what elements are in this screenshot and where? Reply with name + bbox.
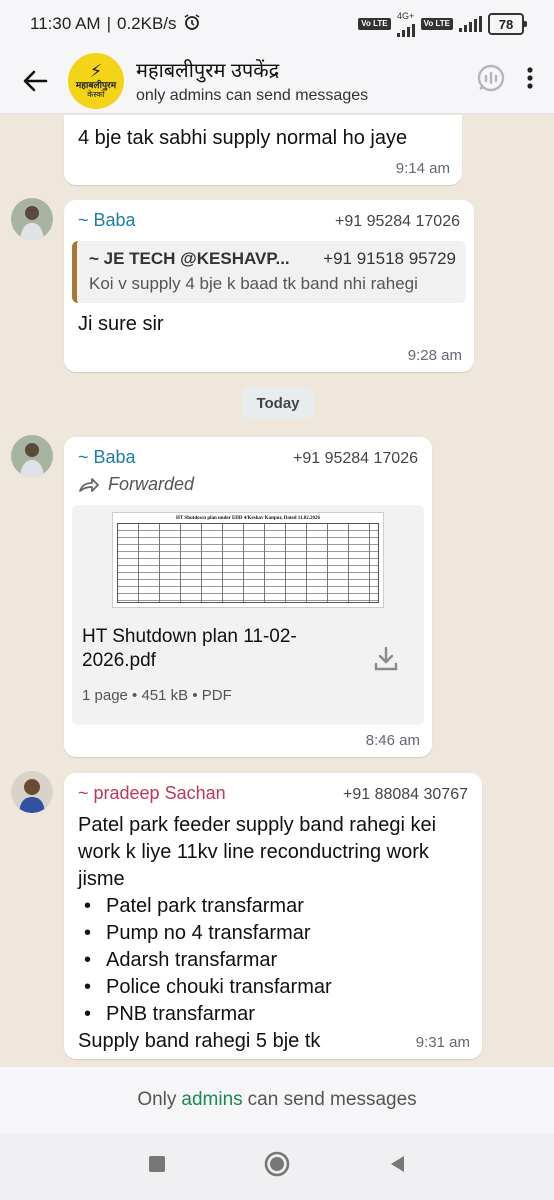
system-nav-bar [0,1133,554,1200]
avatar[interactable] [11,198,53,240]
list-item: Patel park transfarmar [78,893,468,920]
lightning-icon: ⚡ [89,61,103,81]
list-item: Adarsh transfarmar [78,947,468,974]
list-item: Pump no 4 transfarmar [78,920,468,947]
date-separator: Today [242,387,314,419]
document-meta: 1 page • 451 kB • PDF [82,687,232,704]
document-page: HT Shutdown plan under EDD 4/Keshav Kanp… [112,512,384,608]
logo-subtext: केस्को [87,90,105,99]
list-item: PNB transfarmar [78,1001,468,1028]
message-bubble[interactable]: ~ Baba +91 95284 17026 Forwarded HT Shut… [64,437,432,757]
status-time: 11:30 AM [30,14,101,33]
home-icon[interactable] [263,1150,291,1183]
document-table [117,523,379,603]
admins-only-notice: Only admins can send messages [0,1067,554,1133]
message-time: 9:31 am [415,1034,470,1051]
message-time: 9:28 am [407,347,462,364]
sender-phone: +91 88084 30767 [342,786,468,803]
message-time: 8:46 am [365,732,420,749]
voice-chat-icon[interactable] [476,63,506,98]
notice-text-end: can send messages [247,1089,417,1110]
sender-name[interactable]: ~ Baba [78,210,136,231]
message-bubble[interactable]: ~ Baba +91 95284 17026 ~ JE TECH @KESHAV… [64,200,474,372]
forwarded-label: Forwarded [64,468,432,495]
back-arrow-icon [23,70,48,91]
message-text: Ji sure sir [78,313,164,335]
document-preview-title: HT Shutdown plan under EDD 4/Keshav Kanp… [176,516,320,521]
message-text: Patel park feeder supply band rahegi kei… [78,814,437,890]
chat-header: ⚡ महाबलीपुरम केस्को महाबलीपुरम उपकेंद्र … [0,48,554,114]
forwarded-text: Forwarded [108,474,195,494]
battery-icon: 78 [488,13,527,35]
more-options-icon[interactable] [526,66,534,95]
battery-level: 78 [498,16,514,32]
group-subtitle: only admins can send messages [136,87,369,104]
group-avatar[interactable]: ⚡ महाबलीपुरम केस्को [68,52,124,109]
signal-icon-2 [459,16,482,32]
forward-icon [79,477,99,492]
sender-name[interactable]: ~ Baba [78,447,136,468]
admins-link[interactable]: admins [181,1089,242,1111]
logo-text: महाबलीपुरम [75,80,117,90]
message-bubble[interactable]: ~ pradeep Sachan +91 88084 30767 Patel p… [64,773,482,1059]
sender-phone: +91 95284 17026 [334,213,460,230]
quote-phone: +91 91518 95729 [323,249,456,268]
volte-badge: Vo LTE [358,18,391,30]
status-bar: 11:30 AM | 0.2KB/s Vo LTE 4G+ Vo LTE 78 [0,0,554,48]
message-text: 4 bje tak sabhi supply normal ho jaye [78,127,408,149]
recents-icon[interactable] [148,1155,166,1178]
group-title: महाबलीपुरम उपकेंद्र [136,60,280,82]
group-info[interactable]: महाबलीपुरम उपकेंद्र only admins can send… [136,56,476,105]
message-bubble[interactable]: 4 bje tak sabhi supply normal ho jaye 9:… [64,115,462,185]
volte-badge-2: Vo LTE [420,18,453,30]
back-button[interactable] [0,48,70,114]
quote-sender: ~ JE TECH @KESHAVP... [89,249,290,268]
document-name: HT Shutdown plan 11-02-2026.pdf [82,626,297,671]
notice-text-start: Only [137,1089,177,1110]
sender-phone: +91 95284 17026 [292,450,418,467]
quoted-message[interactable]: ~ JE TECH @KESHAVP... +91 91518 95729 Ko… [72,241,466,303]
alarm-icon [183,13,201,36]
download-icon[interactable] [372,645,400,678]
message-time: 9:14 am [395,160,450,177]
transformer-list: Patel park transfarmar Pump no 4 transfa… [64,893,482,1028]
document-info[interactable]: HT Shutdown plan 11-02-2026.pdf 1 page •… [72,615,424,725]
avatar[interactable] [11,435,53,477]
network-speed: 0.2KB/s [117,14,177,33]
signal-icon [396,21,415,37]
document-preview[interactable]: HT Shutdown plan under EDD 4/Keshav Kanp… [72,505,424,615]
network-type: 4G+ [396,10,415,21]
back-nav-icon[interactable] [388,1154,406,1179]
avatar[interactable] [11,771,53,813]
sender-name[interactable]: ~ pradeep Sachan [78,783,226,804]
list-item: Police chouki transfarmar [78,974,468,1001]
chat-area[interactable]: 4 bje tak sabhi supply normal ho jaye 9:… [0,115,554,1067]
quote-text: Koi v supply 4 bje k baad tk band nhi ra… [89,274,418,293]
